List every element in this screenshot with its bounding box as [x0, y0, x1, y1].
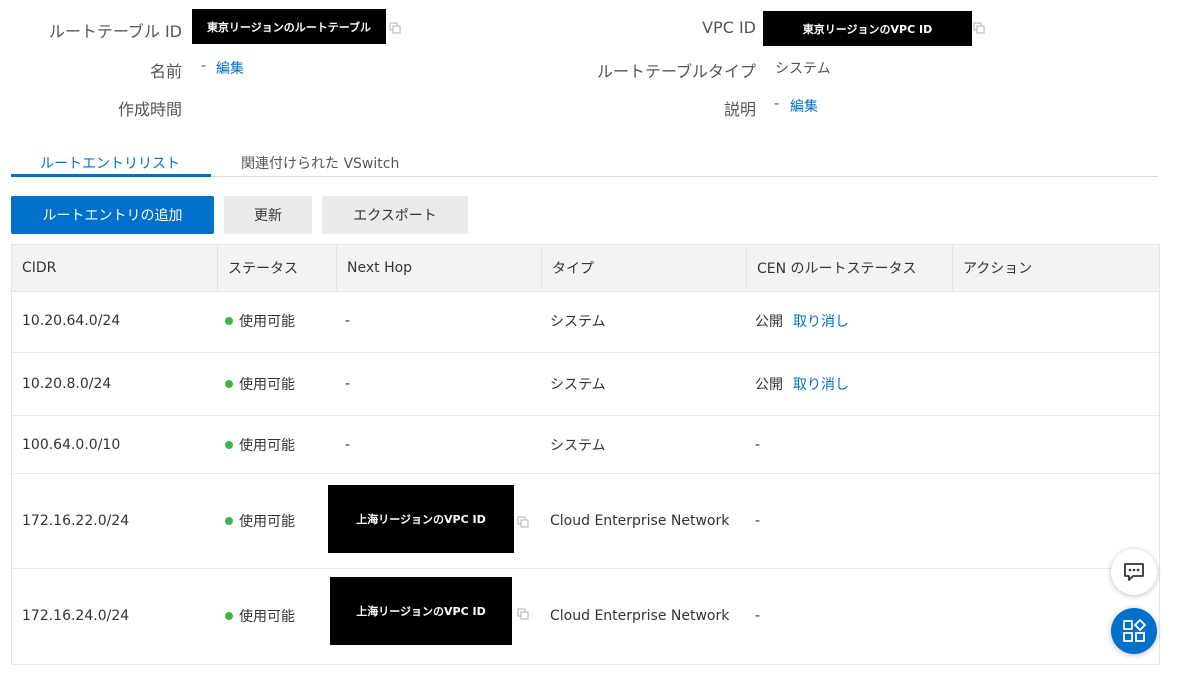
- name-value: -: [201, 58, 207, 74]
- name-label: 名前: [149, 62, 182, 81]
- tab-active-indicator: [11, 174, 211, 177]
- apps-icon: [1123, 619, 1146, 642]
- column-header-cidr: CIDR: [22, 260, 57, 276]
- route-table-type-value: システム: [775, 61, 831, 77]
- cen-revoke-link[interactable]: 取り消し: [793, 311, 849, 331]
- vpc-id-label: VPC ID: [702, 18, 756, 37]
- column-header-type: タイプ: [541, 245, 746, 291]
- next-hop-vpc-id: 上海リージョンのVPC ID: [330, 577, 512, 645]
- chat-icon: [1124, 563, 1144, 581]
- add-route-entry-button[interactable]: ルートエントリの追加: [11, 196, 214, 234]
- table-row: 10.20.64.0/24 使用可能 - システム 公開 取り消し: [12, 290, 1159, 353]
- vpc-id-value: 東京リージョンのVPC ID: [763, 11, 972, 46]
- cidr-cell: 172.16.22.0/24: [22, 513, 130, 529]
- tab-route-entry-list[interactable]: ルートエントリリスト: [40, 153, 180, 173]
- apps-button[interactable]: [1111, 608, 1157, 654]
- cidr-cell: 10.20.64.0/24: [22, 313, 121, 329]
- status-text: 使用可能: [239, 437, 295, 454]
- status-cell: 使用可能: [217, 569, 295, 663]
- type-cell: Cloud Enterprise Network: [550, 608, 730, 624]
- status-text: 使用可能: [239, 377, 295, 393]
- type-cell: システム: [550, 314, 606, 330]
- column-header-next-hop: Next Hop: [336, 245, 541, 291]
- type-cell: システム: [550, 377, 606, 393]
- route-table-type-label: ルートテーブルタイプ: [596, 62, 756, 81]
- status-text: 使用可能: [239, 609, 295, 625]
- description-label: 説明: [723, 100, 756, 119]
- copy-icon[interactable]: [517, 516, 529, 528]
- status-dot-icon: [225, 380, 233, 388]
- type-cell: システム: [550, 437, 606, 454]
- column-header-status: ステータス: [217, 245, 336, 291]
- name-edit-link[interactable]: 編集: [216, 58, 244, 78]
- created-time-label: 作成時間: [117, 100, 182, 119]
- cen-status-cell: -: [755, 513, 761, 529]
- status-text: 使用可能: [239, 314, 295, 330]
- next-hop-cell: -: [345, 436, 351, 453]
- table-header: CIDR ステータス Next Hop タイプ CEN のルートステータス アク…: [12, 244, 1159, 292]
- cidr-cell: 10.20.8.0/24: [22, 376, 112, 392]
- column-header-action: アクション: [952, 245, 1159, 291]
- status-dot-icon: [225, 317, 233, 325]
- cen-status-text: 公開: [755, 377, 783, 393]
- next-hop-vpc-id: 上海リージョンのVPC ID: [328, 485, 514, 553]
- refresh-button[interactable]: 更新: [224, 196, 312, 234]
- table-row: 100.64.0.0/10 使用可能 - システム -: [12, 416, 1159, 474]
- table-row: 172.16.22.0/24 使用可能 上海リージョンのVPC ID Cloud…: [12, 474, 1159, 569]
- type-cell: Cloud Enterprise Network: [550, 513, 730, 529]
- status-cell: 使用可能: [217, 474, 295, 568]
- tab-associated-vswitch[interactable]: 関連付けられた VSwitch: [241, 153, 399, 173]
- route-table-id-value: 東京リージョンのルートテーブル: [192, 9, 386, 44]
- status-cell: 使用可能: [217, 353, 295, 415]
- status-dot-icon: [225, 517, 233, 525]
- cidr-cell: 172.16.24.0/24: [22, 608, 130, 624]
- status-dot-icon: [225, 440, 233, 449]
- cen-status-text: 公開: [755, 314, 783, 330]
- status-cell: 使用可能: [217, 290, 295, 352]
- export-button[interactable]: エクスポート: [322, 196, 468, 234]
- cen-status-cell: 公開 取り消し: [745, 353, 849, 415]
- next-hop-cell: -: [345, 376, 351, 392]
- copy-icon[interactable]: [389, 22, 401, 34]
- cen-status-cell: -: [755, 608, 761, 624]
- chat-button[interactable]: [1111, 549, 1157, 595]
- status-text: 使用可能: [239, 514, 295, 530]
- description-edit-link[interactable]: 編集: [790, 96, 818, 116]
- cen-status-cell: -: [755, 436, 761, 453]
- route-entry-table: CIDR ステータス Next Hop タイプ CEN のルートステータス アク…: [11, 244, 1160, 665]
- description-value: -: [774, 96, 780, 112]
- copy-icon[interactable]: [517, 608, 529, 620]
- cen-revoke-link[interactable]: 取り消し: [793, 374, 849, 394]
- cidr-cell: 100.64.0.0/10: [22, 436, 121, 453]
- cen-status-cell: 公開 取り消し: [745, 290, 849, 352]
- next-hop-cell: -: [345, 313, 351, 329]
- route-table-id-label: ルートテーブル ID: [48, 22, 182, 41]
- column-header-cen-route-status: CEN のルートステータス: [746, 245, 952, 291]
- status-dot-icon: [225, 612, 233, 620]
- table-row: 10.20.8.0/24 使用可能 - システム 公開 取り消し: [12, 353, 1159, 416]
- copy-icon[interactable]: [973, 22, 985, 34]
- table-row: 172.16.24.0/24 使用可能 上海リージョンのVPC ID Cloud…: [12, 569, 1159, 663]
- status-cell: 使用可能: [217, 416, 295, 473]
